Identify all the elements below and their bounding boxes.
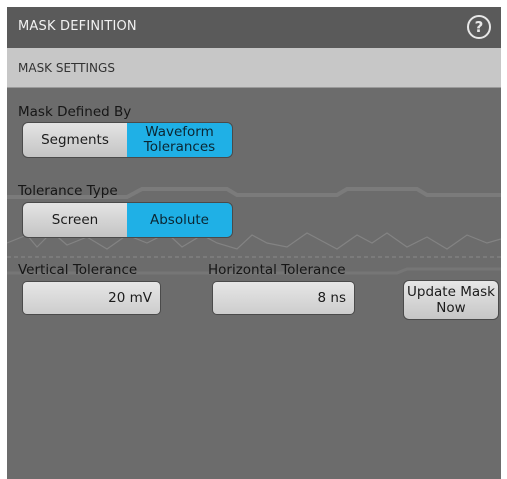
vertical-tolerance-label: Vertical Tolerance [18, 262, 138, 278]
tolerance-type-label: Tolerance Type [18, 183, 118, 199]
horizontal-tolerance-label: Horizontal Tolerance [208, 262, 346, 278]
segments-option[interactable]: Segments [23, 123, 127, 157]
horizontal-tolerance-field[interactable]: 8 ns [213, 282, 354, 314]
update-mask-now-button[interactable]: Update Mask Now [404, 281, 498, 319]
screen-option[interactable]: Screen [23, 203, 127, 237]
waveform-tolerances-option[interactable]: Waveform Tolerances [127, 123, 232, 157]
window-title: MASK DEFINITION [18, 19, 137, 34]
mask-definition-panel: MASK DEFINITION ? MASK SETTINGS Mask Def… [7, 7, 501, 479]
vertical-tolerance-field[interactable]: 20 mV [23, 282, 160, 314]
section-title: MASK SETTINGS [18, 61, 115, 75]
mask-defined-by-label: Mask Defined By [18, 104, 132, 120]
help-icon[interactable]: ? [467, 15, 491, 39]
title-bar: MASK DEFINITION ? [7, 7, 501, 48]
absolute-option[interactable]: Absolute [127, 203, 232, 237]
section-header: MASK SETTINGS [7, 48, 501, 88]
mask-defined-by-selector: Segments Waveform Tolerances [23, 123, 232, 157]
tolerance-type-selector: Screen Absolute [23, 203, 232, 237]
